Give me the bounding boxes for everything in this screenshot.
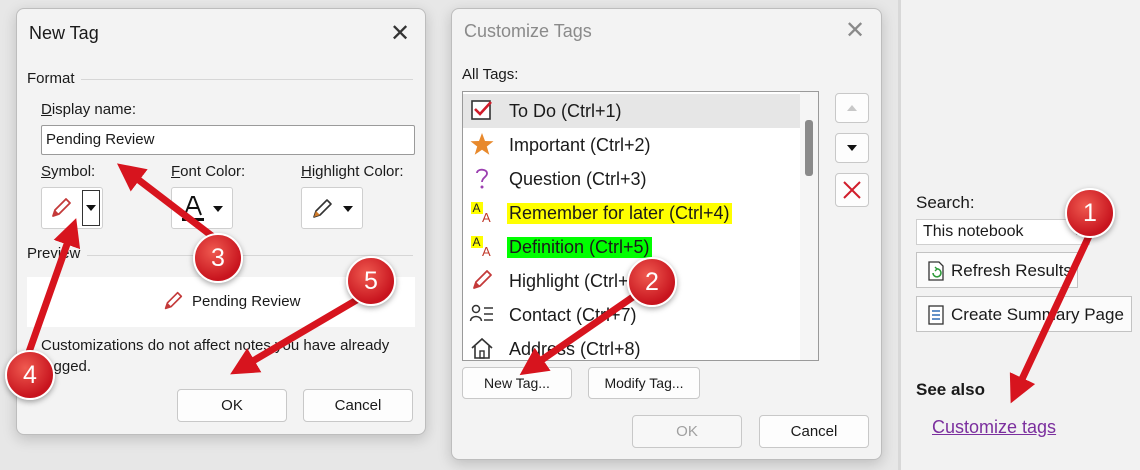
format-section-label: Format [27, 70, 75, 87]
svg-text:A: A [473, 235, 481, 249]
step-badge-4: 4 [5, 350, 55, 400]
format-separator [81, 79, 413, 80]
scrollbar[interactable] [800, 92, 818, 360]
refresh-results-label: Refresh Results [951, 261, 1072, 280]
list-item[interactable]: To Do (Ctrl+1) [463, 94, 801, 128]
search-label: Search: [916, 193, 975, 212]
contact-icon [469, 304, 493, 322]
dialog-title: New Tag [29, 23, 99, 43]
list-item[interactable]: A A Remember for later (Ctrl+4) [463, 196, 801, 230]
svg-text:A: A [482, 244, 491, 259]
see-also-heading: See also [916, 380, 985, 399]
highlight-color-picker[interactable] [301, 187, 363, 229]
chevron-down-icon [213, 206, 223, 212]
tag-label: Remember for later (Ctrl+4) [507, 203, 732, 224]
step-badge-1: 1 [1065, 188, 1115, 238]
tag-label: Contact (Ctrl+7) [509, 305, 637, 325]
delete-tag-button[interactable] [835, 173, 869, 207]
cancel-button[interactable]: Cancel [303, 389, 413, 422]
chevron-down-icon [86, 205, 96, 211]
step-badge-3: 3 [193, 233, 243, 283]
close-icon[interactable]: ✕ [385, 19, 415, 49]
tag-label: Question (Ctrl+3) [509, 169, 647, 189]
checkbox-checked-icon [471, 100, 492, 120]
font-color-label: Font Color: [171, 163, 246, 180]
triangle-up-icon [847, 105, 857, 111]
search-scope-value: This notebook [923, 223, 1024, 240]
ok-button[interactable]: OK [177, 389, 287, 422]
font-color-icon [182, 196, 204, 221]
preview-section-label: Preview [27, 245, 81, 262]
svg-text:A: A [482, 210, 491, 225]
text-highlight-icon: A A [471, 201, 491, 225]
tag-label: Address (Ctrl+8) [509, 339, 641, 359]
close-icon[interactable]: ✕ [840, 16, 870, 46]
tag-label: Highlight (Ctrl+6) [509, 271, 645, 291]
pencil-icon [473, 270, 492, 289]
triangle-down-icon [847, 145, 857, 151]
tag-label: Definition (Ctrl+5) [507, 237, 652, 258]
home-icon [471, 337, 493, 359]
display-name-label-text: isplay name: [51, 101, 137, 118]
list-item[interactable]: Address (Ctrl+8) [463, 332, 801, 360]
customize-tags-link[interactable]: Customize tags [932, 417, 1056, 438]
move-up-button[interactable] [835, 93, 869, 123]
cancel-button[interactable]: Cancel [759, 415, 869, 448]
star-icon [470, 133, 494, 155]
move-down-button[interactable] [835, 133, 869, 163]
delete-x-icon [843, 181, 861, 199]
new-tag-dialog: New Tag ✕ Format Display name: Pending R… [16, 8, 426, 435]
symbol-picker[interactable] [41, 187, 103, 229]
customize-tags-dialog: Customize Tags ✕ All Tags: To Do (Ctrl+1… [451, 8, 882, 460]
ok-button[interactable]: OK [632, 415, 742, 448]
customization-note: Customizations do not affect notes you h… [41, 337, 390, 375]
highlighter-icon [313, 199, 332, 218]
list-item[interactable]: Question (Ctrl+3) [463, 162, 801, 196]
svg-text:A: A [473, 201, 481, 215]
pencil-icon [52, 198, 71, 217]
all-tags-label: All Tags: [462, 66, 519, 83]
tag-label: Important (Ctrl+2) [509, 135, 651, 155]
refresh-results-button[interactable]: Refresh Results [916, 252, 1078, 288]
text-highlight-icon: A A [471, 235, 491, 259]
dialog-title: Customize Tags [464, 21, 592, 41]
refresh-page-icon [928, 261, 944, 281]
tags-summary-pane: Search: This notebook Refresh Results Cr… [901, 0, 1140, 470]
search-scope-select[interactable]: This notebook [916, 219, 1090, 245]
symbol-dropdown-button[interactable] [82, 190, 100, 226]
list-item[interactable]: Important (Ctrl+2) [463, 128, 801, 162]
preview-text: Pending Review [192, 293, 301, 310]
font-color-picker[interactable] [171, 187, 233, 229]
tag-label: To Do (Ctrl+1) [509, 101, 622, 121]
display-name-label: Display name: [41, 101, 137, 118]
pencil-icon [164, 291, 183, 310]
question-mark-icon [476, 168, 488, 189]
create-summary-page-button[interactable]: Create Summary Page [916, 296, 1132, 332]
modify-tag-button[interactable]: Modify Tag... [588, 367, 700, 399]
symbol-label: Symbol: [41, 163, 96, 180]
chevron-down-icon [343, 206, 353, 212]
highlight-color-label: Highlight Color: [301, 163, 404, 180]
summary-page-icon [928, 305, 944, 325]
new-tag-button[interactable]: New Tag... [462, 367, 572, 399]
scrollbar-thumb[interactable] [805, 120, 813, 176]
list-item[interactable]: A A Definition (Ctrl+5) [463, 230, 801, 264]
create-summary-page-label: Create Summary Page [951, 305, 1124, 324]
tag-list[interactable]: To Do (Ctrl+1) Important (Ctrl+2) Questi… [462, 91, 819, 361]
display-name-input[interactable]: Pending Review [41, 125, 415, 155]
step-badge-5: 5 [346, 256, 396, 306]
step-badge-2: 2 [627, 257, 677, 307]
list-item[interactable]: Contact (Ctrl+7) [463, 298, 801, 332]
